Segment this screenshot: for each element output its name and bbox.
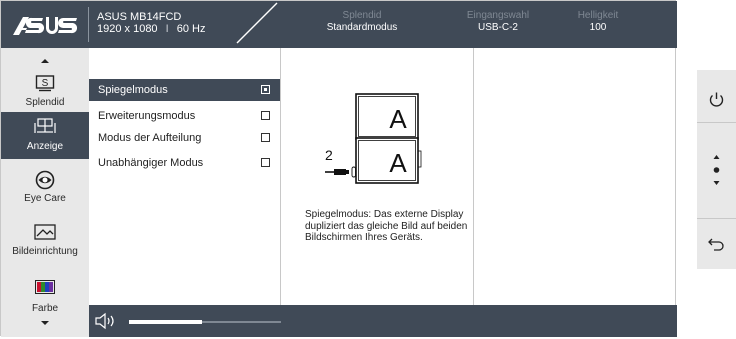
control-divider <box>697 218 736 219</box>
option-label: Erweiterungsmodus <box>98 110 196 122</box>
header-input-value: USB-C-2 <box>477 22 518 33</box>
header-splendid-status: Splendid Standardmodus <box>307 10 417 34</box>
top-screen-letter: A <box>389 104 407 134</box>
back-icon[interactable] <box>707 236 726 252</box>
option-erweiterungsmodus[interactable]: Erweiterungsmodus <box>89 105 280 127</box>
sidebar: S Splendid Anzeige Eye Care Bildeinricht… <box>1 48 89 337</box>
sidebar-item-farbe[interactable]: Farbe <box>1 274 89 320</box>
control-divider <box>697 122 736 123</box>
svg-text:S: S <box>42 78 49 89</box>
sidebar-item-eye-care[interactable]: Eye Care <box>1 166 89 208</box>
sidebar-scroll-down-icon[interactable] <box>39 319 51 327</box>
sidebar-item-label: Eye Care <box>24 193 66 204</box>
eye-icon <box>35 170 55 190</box>
option-unabhaengiger-modus[interactable]: Unabhängiger Modus <box>89 152 280 174</box>
option-label: Spiegelmodus <box>98 84 168 96</box>
sidebar-item-splendid[interactable]: S Splendid <box>1 70 89 112</box>
mode-description: Spiegelmodus: Das externe Display dupliz… <box>305 209 468 243</box>
header-input-status: Eingangswahl USB-C-2 <box>443 10 553 34</box>
model-name: ASUS MB14FCD <box>97 11 182 23</box>
sidebar-item-bildeinrichtung[interactable]: Bildeinrichtung <box>1 218 89 262</box>
display-mode-icon <box>34 118 56 133</box>
option-label: Modus der Aufteilung <box>98 132 202 144</box>
option-checkbox[interactable] <box>261 111 270 120</box>
monitor-info: ASUS MB14FCD 1920 x 1080 I 60 Hz <box>97 11 206 35</box>
sidebar-item-anzeige[interactable]: Anzeige <box>1 112 89 159</box>
color-bars-icon <box>35 280 55 294</box>
bottom-screen-letter: A <box>389 148 407 178</box>
control-keys <box>697 70 736 269</box>
navigate-icon[interactable] <box>711 152 722 188</box>
option-spiegelmodus[interactable]: Spiegelmodus <box>89 79 280 101</box>
asus-logo <box>13 17 78 35</box>
header-splendid-value: Standardmodus <box>326 22 398 33</box>
sidebar-item-label: Farbe <box>31 303 59 314</box>
image-setup-icon <box>34 224 56 240</box>
port-number: 2 <box>325 147 333 163</box>
sidebar-item-label: Anzeige <box>26 141 64 152</box>
header-brightness-value: 100 <box>589 22 607 33</box>
header-bar: ASUS MB14FCD 1920 x 1080 I 60 Hz Splendi… <box>1 1 677 48</box>
option-label: Unabhängiger Modus <box>98 157 204 169</box>
volume-bar <box>89 305 677 337</box>
options-panel: Spiegelmodus Erweiterungsmodus Modus der… <box>89 48 281 305</box>
power-icon[interactable] <box>707 90 726 109</box>
header-brightness-label: Helligkeit <box>577 10 619 21</box>
osd-menu: ASUS MB14FCD 1920 x 1080 I 60 Hz Splendi… <box>0 0 677 337</box>
info-separator: I <box>165 23 169 35</box>
option-checkbox[interactable] <box>261 133 270 142</box>
header-splendid-label: Splendid <box>342 10 382 21</box>
sidebar-item-label: Splendid <box>25 97 65 108</box>
header-input-label: Eingangswahl <box>466 10 530 21</box>
volume-slider[interactable] <box>129 320 281 324</box>
preview-panel: A A 2 Spiegelmodus: Das externe Display … <box>281 48 474 305</box>
header-diagonal <box>236 2 278 44</box>
sidebar-item-label: Bildeinrichtung <box>12 246 78 257</box>
splendid-icon: S <box>35 75 55 92</box>
resolution: 1920 x 1080 <box>97 23 158 35</box>
sidebar-scroll-up-icon[interactable] <box>39 57 51 65</box>
refresh-rate: 60 Hz <box>176 23 206 35</box>
header-brightness-status: Helligkeit 100 <box>543 10 653 34</box>
option-checkbox[interactable] <box>261 158 270 167</box>
option-modus-der-aufteilung[interactable]: Modus der Aufteilung <box>89 127 280 149</box>
header-divider <box>88 7 89 42</box>
resolution-info: 1920 x 1080 I 60 Hz <box>97 23 206 35</box>
detail-panel <box>474 48 676 305</box>
speaker-icon <box>95 312 114 330</box>
option-checkbox[interactable] <box>261 85 270 94</box>
volume-level <box>129 320 202 324</box>
